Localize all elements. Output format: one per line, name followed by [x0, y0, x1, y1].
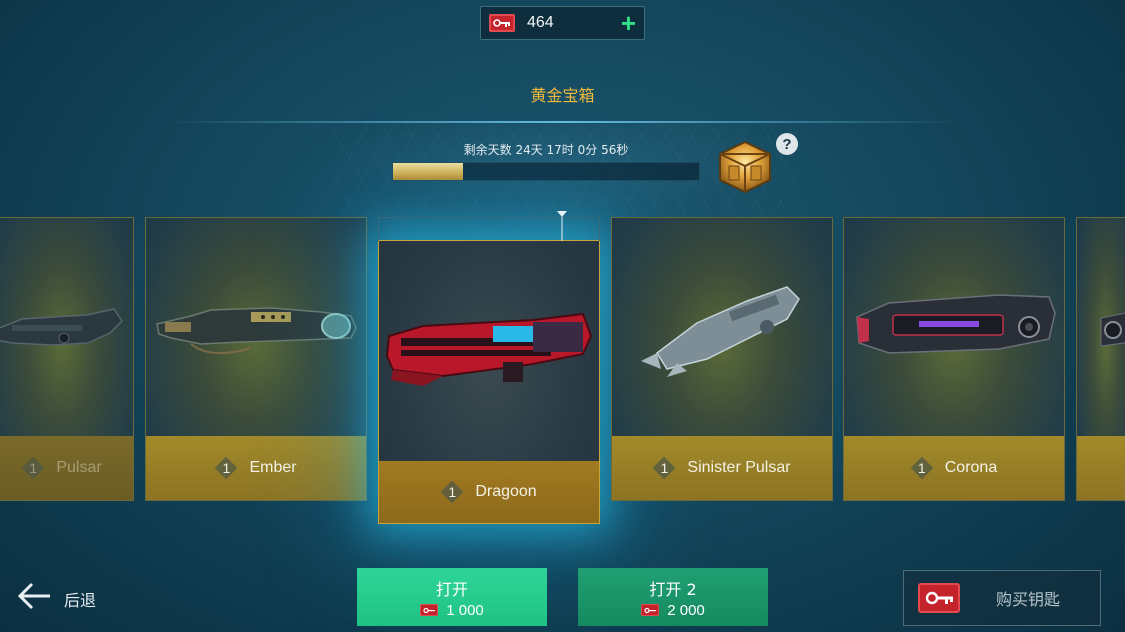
weapon-icon	[146, 218, 366, 437]
key-ticket-icon	[641, 604, 660, 616]
card-name: Dragoon	[475, 483, 537, 500]
open-one-button[interactable]: 打开 1 000	[357, 568, 547, 626]
weapon-icon	[0, 218, 133, 437]
card-name: Ember	[249, 459, 297, 476]
selection-pointer-icon	[556, 211, 568, 241]
level-badge: 1	[911, 457, 933, 479]
level-badge: 1	[441, 481, 463, 503]
open-two-label: 打开 2	[649, 579, 697, 599]
level-badge: 1	[22, 457, 44, 479]
level-badge: 1	[215, 457, 237, 479]
reward-card-partial[interactable]	[1076, 217, 1125, 501]
weapon-icon	[844, 218, 1064, 437]
chest-progress-fill	[393, 163, 464, 180]
chest-progress-bar	[392, 162, 700, 181]
reward-card-dragoon[interactable]: 1 Dragoon	[378, 240, 600, 524]
open-two-button[interactable]: 打开 2 2 000	[578, 568, 768, 626]
back-button[interactable]: 后退	[17, 582, 97, 615]
key-ticket-icon	[918, 583, 960, 613]
card-name: Corona	[944, 459, 998, 476]
title-divider	[165, 121, 960, 123]
chest-timer: 剩余天数 24天 17时 0分 56秒	[463, 143, 629, 157]
back-arrow-icon	[17, 582, 52, 615]
weapon-icon	[612, 218, 832, 437]
help-icon[interactable]: ?	[776, 133, 798, 155]
key-count: 464	[527, 14, 554, 31]
back-label: 后退	[64, 590, 97, 610]
chest-title: 黄金宝箱	[530, 86, 595, 105]
reward-card-sinister-pulsar[interactable]: 1 Sinister Pulsar	[611, 217, 833, 501]
key-counter: 464 +	[480, 6, 645, 40]
key-ticket-icon	[489, 14, 515, 32]
chest-icon[interactable]	[712, 136, 778, 196]
key-ticket-icon	[420, 604, 439, 616]
add-keys-button[interactable]: +	[621, 10, 636, 36]
open-one-cost: 1 000	[446, 601, 484, 619]
weapon-icon	[379, 241, 599, 460]
card-name: Sinister Pulsar	[687, 459, 791, 476]
reward-card-corona[interactable]: 1 Corona	[843, 217, 1065, 501]
reward-card-ember[interactable]: 1 Ember	[145, 217, 367, 501]
open-two-cost: 2 000	[667, 601, 705, 619]
weapon-icon	[1077, 218, 1125, 437]
level-badge: 1	[653, 457, 675, 479]
buy-keys-button[interactable]: 购买钥匙	[903, 570, 1101, 626]
buy-keys-label: 购买钥匙	[996, 590, 1061, 609]
open-one-label: 打开	[435, 579, 468, 599]
card-name: Pulsar	[56, 459, 102, 476]
reward-card-pulsar[interactable]: 1 Pulsar	[0, 217, 134, 501]
